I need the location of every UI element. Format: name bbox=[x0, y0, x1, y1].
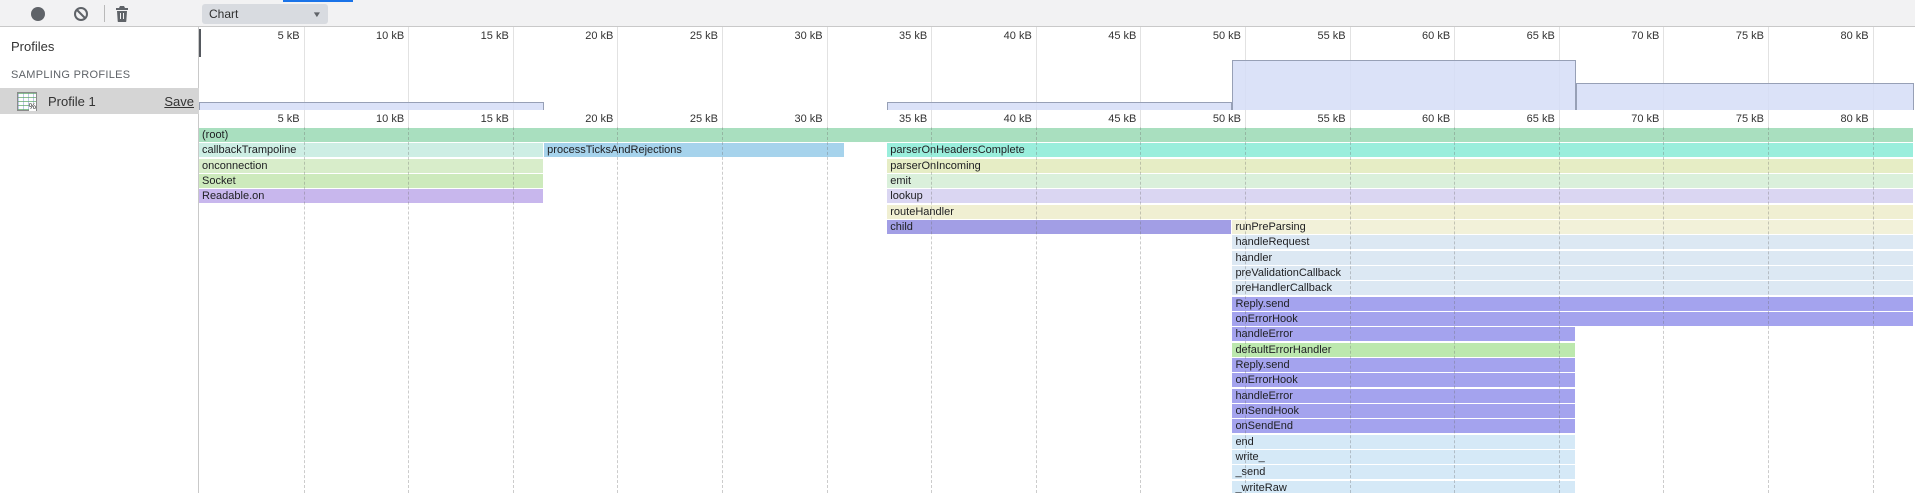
chevron-down-icon: ▼ bbox=[312, 10, 322, 19]
flame-bar[interactable]: _send bbox=[1232, 465, 1574, 479]
flame-bar[interactable]: processTicksAndRejections bbox=[544, 143, 844, 157]
flame-bar[interactable]: end bbox=[1232, 435, 1574, 449]
ruler-tick-label: 35 kB bbox=[855, 112, 927, 126]
flame-bar[interactable]: parserOnHeadersComplete bbox=[887, 143, 1913, 157]
record-button[interactable] bbox=[28, 4, 48, 24]
flame-chart-rows: (root)callbackTrampolineprocessTicksAndR… bbox=[199, 127, 1915, 493]
flame-bar[interactable]: routeHandler bbox=[887, 205, 1913, 219]
flame-bar[interactable]: onErrorHook bbox=[1232, 373, 1574, 387]
ruler-tick-label: 20 kB bbox=[541, 112, 613, 126]
chart-view-select-value: Chart bbox=[209, 7, 238, 21]
flame-bar[interactable]: onSendEnd bbox=[1232, 419, 1574, 433]
ruler-tick-label: 75 kB bbox=[1692, 112, 1764, 126]
active-tab-indicator bbox=[283, 0, 353, 2]
profiles-heading: Profiles bbox=[11, 39, 54, 54]
toolbar: Chart ▼ bbox=[0, 0, 1915, 27]
ruler-tick-label: 10 kB bbox=[332, 112, 404, 126]
flame-bar[interactable]: child bbox=[887, 220, 1231, 234]
circle-slash-icon bbox=[74, 7, 88, 21]
ruler-tick-label: 25 kB bbox=[646, 112, 718, 126]
trash-icon bbox=[115, 6, 129, 22]
profile-name: Profile 1 bbox=[48, 94, 96, 109]
flame-bar[interactable]: (root) bbox=[199, 128, 1913, 142]
sidebar: Profiles SAMPLING PROFILES % Profile 1 S… bbox=[0, 27, 199, 493]
flame-bar[interactable]: parserOnIncoming bbox=[887, 159, 1913, 173]
flame-bar[interactable]: handleRequest bbox=[1232, 235, 1913, 249]
overview-area-segment[interactable] bbox=[1232, 60, 1575, 110]
chart-view-select[interactable]: Chart ▼ bbox=[202, 4, 328, 24]
flame-bar[interactable]: handler bbox=[1232, 251, 1913, 265]
flame-bar[interactable]: preHandlerCallback bbox=[1232, 281, 1913, 295]
flame-bar[interactable]: Reply.send bbox=[1232, 297, 1913, 311]
delete-profile-button[interactable] bbox=[112, 4, 132, 24]
flame-bar[interactable]: preValidationCallback bbox=[1232, 266, 1913, 280]
overview-area-segment[interactable] bbox=[1576, 83, 1915, 110]
ruler-tick-label: 60 kB bbox=[1378, 112, 1450, 126]
flame-bar[interactable]: Reply.send bbox=[1232, 358, 1574, 372]
flame-bar[interactable]: _writeRaw bbox=[1232, 481, 1574, 493]
flame-bar[interactable]: handleError bbox=[1232, 389, 1574, 403]
overview-area-segment[interactable] bbox=[887, 102, 1232, 110]
percent-badge: % bbox=[29, 103, 36, 111]
flame-bar[interactable]: emit bbox=[887, 174, 1913, 188]
overview-drag-handle[interactable] bbox=[199, 29, 201, 57]
flame-bar[interactable]: onErrorHook bbox=[1232, 312, 1913, 326]
flame-bar[interactable]: Readable.on bbox=[199, 189, 543, 203]
flame-bar[interactable]: onconnection bbox=[199, 159, 543, 173]
ruler-tick-label: 40 kB bbox=[960, 112, 1032, 126]
flame-bar[interactable]: runPreParsing bbox=[1232, 220, 1913, 234]
flame-bar[interactable]: callbackTrampoline bbox=[199, 143, 543, 157]
clear-all-profiles-button[interactable] bbox=[71, 4, 91, 24]
ruler-tick-label: 15 kB bbox=[437, 112, 509, 126]
sampling-profiles-section-label: SAMPLING PROFILES bbox=[11, 69, 130, 81]
ruler-tick-label: 30 kB bbox=[751, 112, 823, 126]
flame-bar[interactable]: write_ bbox=[1232, 450, 1574, 464]
ruler-tick-label: 50 kB bbox=[1169, 112, 1241, 126]
flame-bar[interactable]: handleError bbox=[1232, 327, 1574, 341]
ruler-tick-label: 80 kB bbox=[1797, 112, 1869, 126]
flame-bar[interactable]: lookup bbox=[887, 189, 1913, 203]
ruler-tick-label: 65 kB bbox=[1483, 112, 1555, 126]
flame-bar[interactable]: defaultErrorHandler bbox=[1232, 343, 1574, 357]
ruler-tick-label: 55 kB bbox=[1274, 112, 1346, 126]
profile-item-selected[interactable]: % Profile 1 Save bbox=[0, 88, 199, 114]
record-icon bbox=[31, 7, 45, 21]
ruler-tick-label: 5 kB bbox=[228, 112, 300, 126]
overview-timeline[interactable] bbox=[199, 27, 1915, 110]
save-profile-link[interactable]: Save bbox=[164, 94, 194, 109]
profile-document-icon: % bbox=[17, 92, 37, 111]
toolbar-separator bbox=[104, 5, 105, 22]
flame-bar[interactable]: Socket bbox=[199, 174, 543, 188]
ruler-tick-label: 45 kB bbox=[1064, 112, 1136, 126]
ruler-tick-label: 70 kB bbox=[1587, 112, 1659, 126]
flame-bar[interactable]: onSendHook bbox=[1232, 404, 1574, 418]
overview-area-segment[interactable] bbox=[199, 102, 544, 110]
flame-chart-pane: 5 kB 10 kB 15 kB 20 kB 25 kB 30 kB 35 kB 40 kB 4… bbox=[199, 27, 1915, 493]
